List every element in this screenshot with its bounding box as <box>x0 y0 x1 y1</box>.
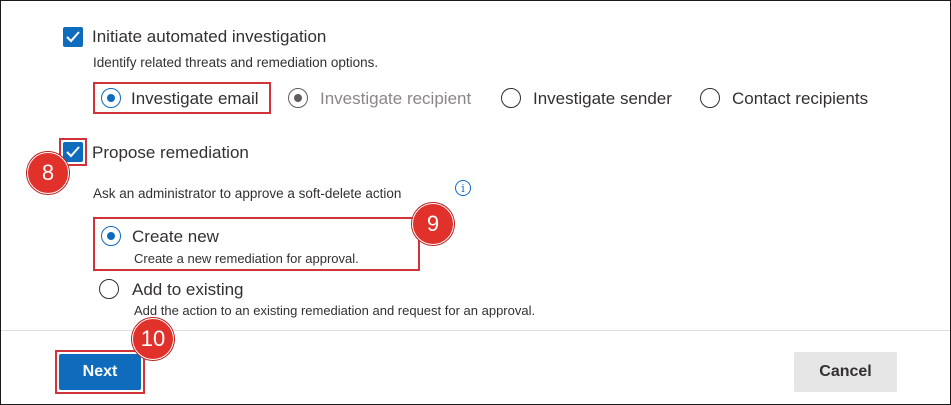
step-8-callout: 8 <box>27 152 69 194</box>
investigate-recipient-radio[interactable] <box>288 88 308 108</box>
initiate-investigation-checkbox[interactable] <box>63 27 83 47</box>
investigate-sender-label[interactable]: Investigate sender <box>533 89 672 109</box>
investigate-email-radio[interactable] <box>101 88 121 108</box>
investigation-description: Identify related threats and remediation… <box>93 55 379 70</box>
investigate-sender-radio[interactable] <box>501 88 521 108</box>
add-to-existing-radio[interactable] <box>99 279 119 299</box>
remediation-panel: Initiate automated investigation Identif… <box>0 0 951 405</box>
propose-remediation-label: Propose remediation <box>92 143 249 162</box>
info-icon[interactable]: i <box>455 180 471 196</box>
create-new-radio[interactable] <box>101 226 121 246</box>
create-new-label[interactable]: Create new <box>132 227 219 247</box>
initiate-investigation-label: Initiate automated investigation <box>92 27 327 46</box>
step-10-callout: 10 <box>132 318 174 360</box>
investigate-recipient-label[interactable]: Investigate recipient <box>320 89 471 109</box>
step-9-callout: 9 <box>412 203 454 245</box>
cancel-button[interactable]: Cancel <box>794 352 897 392</box>
remediation-description: Ask an administrator to approve a soft-d… <box>93 186 402 201</box>
contact-recipients-radio[interactable] <box>700 88 720 108</box>
contact-recipients-label[interactable]: Contact recipients <box>732 89 868 109</box>
next-button[interactable]: Next <box>59 354 141 390</box>
propose-remediation-checkbox[interactable] <box>63 142 83 162</box>
add-to-existing-description: Add the action to an existing remediatio… <box>134 303 536 318</box>
create-new-description: Create a new remediation for approval. <box>134 251 359 266</box>
investigate-email-label[interactable]: Investigate email <box>131 89 259 109</box>
add-to-existing-label[interactable]: Add to existing <box>132 280 244 300</box>
